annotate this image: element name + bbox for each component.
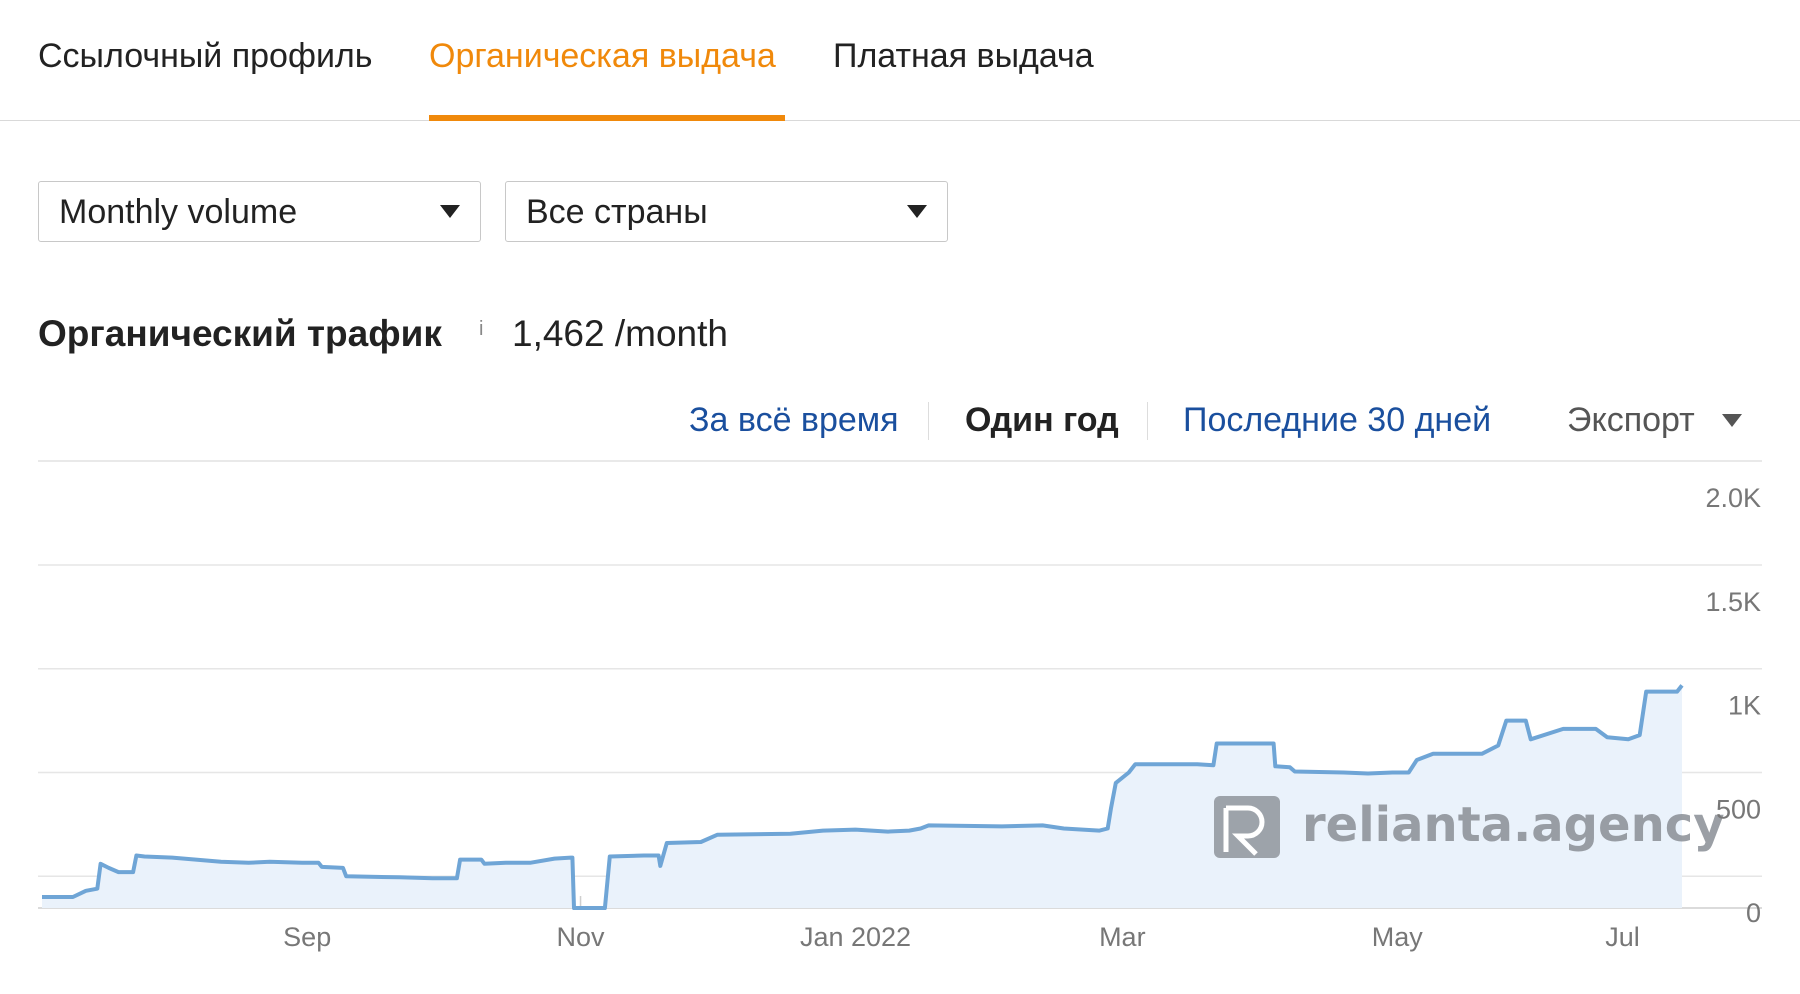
x-tick-label: Jul bbox=[1605, 922, 1640, 952]
section-tabs: Ссылочный профиль Органическая выдача Пл… bbox=[0, 0, 1800, 121]
metric-title: Органический трафик bbox=[38, 313, 442, 354]
tab-backlink-profile[interactable]: Ссылочный профиль bbox=[38, 34, 373, 78]
traffic-chart: relianta.agency 0 500 1K 1.5K 2.0K Sep Nov Jan… bbox=[38, 460, 1762, 952]
volume-select[interactable]: Monthly volume bbox=[38, 181, 481, 242]
x-tick-label: May bbox=[1372, 922, 1424, 952]
country-select[interactable]: Все страны bbox=[505, 181, 948, 242]
tab-organic-search[interactable]: Органическая выдача bbox=[429, 34, 776, 78]
export-button[interactable]: Экспорт bbox=[1567, 398, 1695, 442]
period-one-year[interactable]: Один год bbox=[965, 398, 1119, 442]
y-tick-label: 1K bbox=[1728, 691, 1761, 721]
info-icon[interactable]: i bbox=[479, 318, 483, 341]
x-tick-label: Sep bbox=[283, 922, 331, 952]
country-select-value: Все страны bbox=[526, 193, 708, 231]
tab-paid-search[interactable]: Платная выдача bbox=[833, 34, 1094, 78]
y-tick-label: 2.0K bbox=[1705, 483, 1761, 513]
caret-down-icon bbox=[440, 205, 460, 218]
x-tick-label: Mar bbox=[1099, 922, 1146, 952]
watermark-text: relianta.agency bbox=[1302, 797, 1724, 853]
y-tick-label: 500 bbox=[1716, 794, 1761, 824]
relianta-logo-icon bbox=[1214, 796, 1280, 858]
metric-value: 1,462 /month bbox=[512, 313, 728, 354]
x-tick-label: Nov bbox=[557, 922, 606, 952]
volume-select-value: Monthly volume bbox=[59, 193, 298, 231]
period-divider bbox=[928, 402, 929, 440]
period-all-time[interactable]: За всё время bbox=[689, 398, 899, 442]
x-axis: Sep Nov Jan 2022 Mar May Jul bbox=[283, 922, 1640, 952]
period-divider bbox=[1147, 402, 1148, 440]
x-tick-label: Jan 2022 bbox=[800, 922, 911, 952]
period-last-30-days[interactable]: Последние 30 дней bbox=[1183, 398, 1491, 442]
caret-down-icon bbox=[907, 205, 927, 218]
page: Ссылочный профиль Органическая выдача Пл… bbox=[0, 0, 1800, 994]
active-tab-underline bbox=[429, 115, 785, 121]
y-tick-label: 0 bbox=[1746, 898, 1761, 928]
y-axis: 0 500 1K 1.5K 2.0K bbox=[1705, 483, 1761, 928]
caret-down-icon[interactable] bbox=[1722, 414, 1742, 427]
y-tick-label: 1.5K bbox=[1705, 587, 1761, 617]
